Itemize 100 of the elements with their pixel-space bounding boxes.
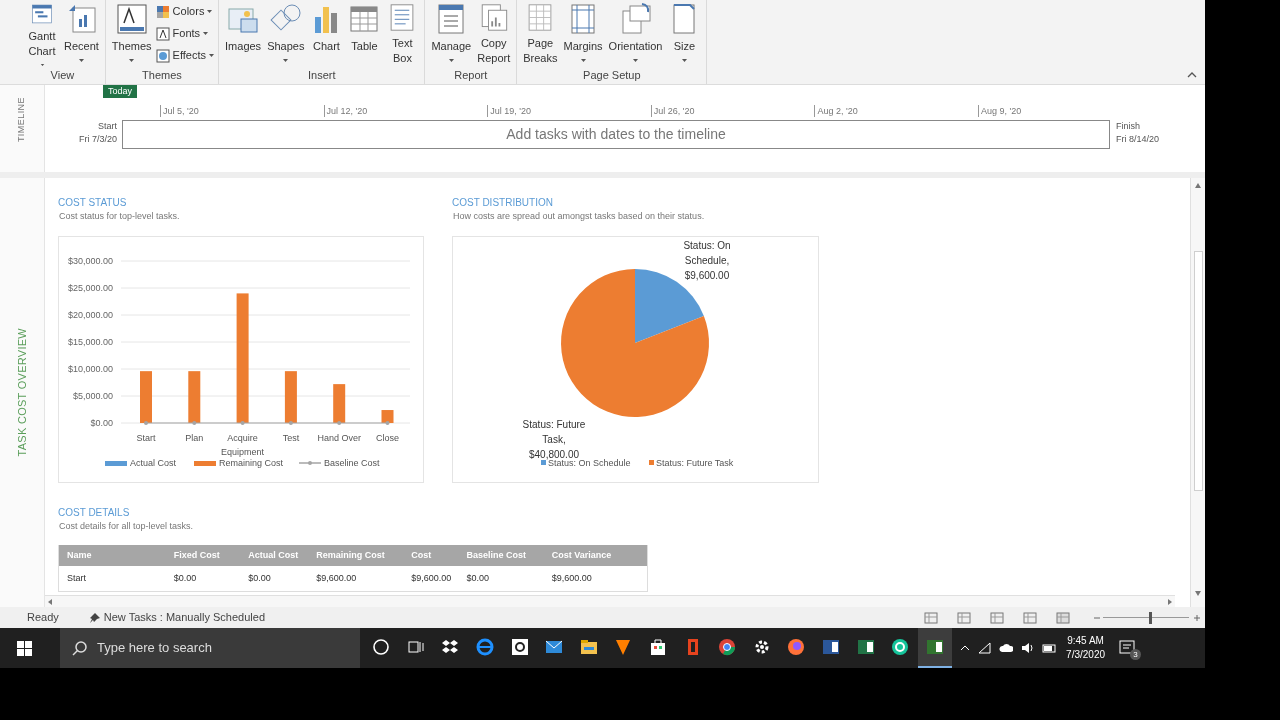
new-tasks-mode[interactable]: New Tasks : Manually Scheduled bbox=[103, 609, 265, 626]
legend-item: Remaining Cost bbox=[194, 458, 284, 468]
clock[interactable]: 9:45 AM 7/3/2020 bbox=[1066, 634, 1106, 662]
notification-icon bbox=[1119, 639, 1136, 655]
notification-button[interactable]: 3 bbox=[1119, 639, 1138, 657]
store-icon bbox=[649, 638, 668, 656]
section-subtitle: Cost details for all top-level tasks. bbox=[58, 520, 195, 533]
battery-icon[interactable] bbox=[1042, 642, 1057, 654]
ribbon-button[interactable]: Chart bbox=[308, 0, 345, 66]
legend-label: Baseline Cost bbox=[324, 458, 381, 468]
timeline-date: Jul 19, '20 bbox=[487, 105, 531, 117]
section-title: COST STATUS bbox=[58, 196, 128, 209]
themes-icon bbox=[115, 3, 148, 35]
colors-icon bbox=[155, 4, 170, 19]
legend-item: Status: Future Task bbox=[649, 458, 734, 468]
column-header: Actual Cost bbox=[248, 548, 300, 562]
y-tick-label: $30,000.00 bbox=[67, 256, 113, 266]
ribbon-button[interactable]: Copy Report bbox=[475, 0, 513, 66]
ribbon-button[interactable]: Margins bbox=[561, 0, 605, 66]
bar bbox=[284, 371, 297, 423]
search-field[interactable]: Type here to search bbox=[60, 628, 360, 668]
ribbon-small-button[interactable]: Fonts bbox=[155, 25, 215, 42]
circle-icon bbox=[891, 638, 910, 656]
zoom-slider[interactable] bbox=[1103, 611, 1189, 624]
effects-icon bbox=[155, 48, 170, 63]
chevron-up-icon[interactable] bbox=[960, 644, 971, 652]
ribbon-button[interactable]: Size bbox=[666, 0, 703, 66]
y-tick-label: $10,000.00 bbox=[67, 364, 113, 374]
browser-icon bbox=[718, 638, 737, 656]
diamonds-icon bbox=[441, 638, 460, 656]
ribbon-button[interactable]: Shapes bbox=[265, 0, 307, 66]
browser-icon bbox=[476, 638, 495, 656]
x-axis-label: Plan bbox=[185, 433, 204, 443]
browser-icon bbox=[787, 638, 806, 656]
report-side-label: TASK COST OVERVIEW bbox=[14, 328, 29, 457]
column-header: Name bbox=[67, 548, 93, 562]
table-icon bbox=[348, 3, 381, 35]
timeline-start-date: Fri 7/3/20 bbox=[78, 133, 117, 146]
mail-icon bbox=[545, 638, 564, 656]
timeline-start-label: Start bbox=[98, 120, 117, 133]
zoom-in-icon[interactable] bbox=[1193, 613, 1201, 622]
table-cell-text: $9,600.00 bbox=[551, 571, 593, 585]
ribbon-button[interactable]: Images bbox=[223, 0, 264, 66]
y-tick-label: $15,000.00 bbox=[67, 337, 113, 347]
ribbon-group-label: Report bbox=[453, 68, 489, 82]
legend-item: Status: On Schedule bbox=[541, 458, 631, 468]
ribbon-button[interactable]: Orientation bbox=[606, 0, 665, 66]
ribbon-small-button[interactable]: Effects bbox=[155, 47, 215, 64]
scroll-down-icon[interactable] bbox=[1194, 590, 1202, 597]
cloud-icon[interactable] bbox=[999, 642, 1014, 654]
status-text: Ready bbox=[27, 610, 59, 626]
notification-count: 3 bbox=[1130, 649, 1142, 660]
ribbon-button[interactable]: Page Breaks bbox=[521, 0, 560, 66]
scroll-left-icon[interactable] bbox=[47, 597, 53, 606]
timeline-date: Aug 9, '20 bbox=[978, 105, 1022, 117]
timeline-finish-date: Fri 8/14/20 bbox=[1116, 133, 1160, 146]
column-header: Cost Variance bbox=[551, 548, 613, 562]
timeline-date: Jul 5, '20 bbox=[160, 105, 199, 117]
bar bbox=[140, 371, 152, 423]
x-axis-label: Start bbox=[136, 433, 156, 443]
ribbon-button[interactable]: Text Box bbox=[384, 0, 421, 66]
task-view-icon bbox=[406, 638, 425, 656]
column-header: Baseline Cost bbox=[466, 548, 527, 562]
vertical-scrollbar[interactable] bbox=[1190, 178, 1205, 607]
collapse-ribbon-icon[interactable] bbox=[1187, 71, 1197, 78]
x-axis-label: Hand Over bbox=[317, 433, 361, 443]
windows-icon bbox=[16, 640, 32, 656]
ribbon-group-label: Page Setup bbox=[582, 68, 642, 82]
folder-icon bbox=[579, 638, 598, 656]
table-cell-text: $9,600.00 bbox=[411, 571, 453, 585]
scroll-up-icon[interactable] bbox=[1194, 182, 1202, 189]
ribbon-button[interactable]: Gantt Chart bbox=[24, 0, 60, 66]
taskbar-app[interactable] bbox=[917, 628, 953, 668]
x-axis-label: Close bbox=[376, 433, 399, 443]
scrollbar-thumb[interactable] bbox=[1193, 251, 1203, 491]
ribbon-button[interactable]: Recent bbox=[62, 0, 101, 66]
legend-item: Baseline Cost bbox=[298, 458, 380, 468]
data-label: Status: Future Task, $40,800.00 bbox=[522, 419, 586, 460]
volume-icon[interactable] bbox=[1021, 642, 1035, 654]
horizontal-scrollbar[interactable] bbox=[45, 595, 1175, 607]
ribbon-button[interactable]: Manage bbox=[429, 0, 474, 66]
ribbon-button[interactable]: Themes bbox=[109, 0, 154, 66]
data-label: Status: On Schedule, $9,600.00 bbox=[683, 240, 731, 281]
ribbon-group-label: View bbox=[49, 68, 76, 82]
table-cell-text: $9,600.00 bbox=[316, 571, 358, 585]
column-header: Fixed Cost bbox=[173, 548, 221, 562]
section-subtitle: Cost status for top-level tasks. bbox=[58, 210, 181, 223]
network-icon[interactable] bbox=[978, 642, 992, 654]
search-icon bbox=[72, 640, 87, 656]
table-cell-text: Start bbox=[67, 571, 87, 585]
ribbon-button[interactable]: Table bbox=[346, 0, 383, 66]
legend-label: Actual Cost bbox=[130, 458, 177, 468]
y-tick-label: $0.00 bbox=[90, 418, 113, 428]
timeline-date: Jul 26, '20 bbox=[650, 105, 695, 117]
bar bbox=[333, 384, 346, 423]
ribbon-group-label: Insert bbox=[307, 68, 337, 82]
timeline-bar: Add tasks with dates to the timeline bbox=[122, 120, 1110, 149]
ribbon-small-button[interactable]: Colors bbox=[155, 3, 215, 20]
circle-icon bbox=[372, 638, 391, 656]
scroll-right-icon[interactable] bbox=[1167, 597, 1173, 606]
